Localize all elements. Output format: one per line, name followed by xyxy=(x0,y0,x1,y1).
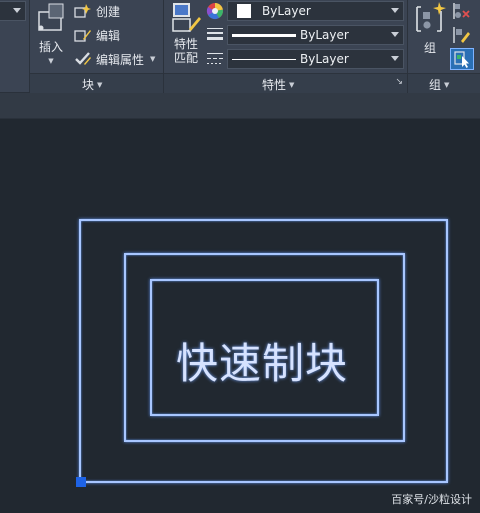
group-selection-toggle[interactable] xyxy=(450,48,474,70)
color-value: ByLayer xyxy=(262,4,311,18)
lineweight-sample-line xyxy=(232,33,296,37)
create-block-icon xyxy=(74,4,91,18)
group-icon xyxy=(416,2,446,32)
match-properties-label-2: 匹配 xyxy=(173,51,198,65)
edit-attributes-button[interactable]: 编辑属性 ▼ xyxy=(74,50,155,68)
properties-panel: 特性 匹配 ByLayer ByLayer ByLayer 特性 ▼ ↘ xyxy=(164,0,407,93)
match-properties-icon xyxy=(172,3,201,32)
group-edit-icon[interactable] xyxy=(453,26,471,44)
insert-chevron-down-icon: ▼ xyxy=(48,57,54,65)
lineweight-icon xyxy=(207,28,223,40)
drawing-canvas[interactable]: 快速制块 百家号/沙粒设计 xyxy=(0,119,480,513)
block-title-text[interactable]: 快速制块 xyxy=(176,330,348,391)
group-panel-titlebar[interactable]: 组 ▼ xyxy=(408,73,480,93)
group-panel-title: 组 xyxy=(429,78,442,92)
match-properties-label-1: 特性 xyxy=(173,37,198,51)
properties-panel-titlebar[interactable]: 特性 ▼ ↘ xyxy=(164,73,407,93)
properties-panel-expand-icon: ▼ xyxy=(289,80,295,89)
group-label: 组 xyxy=(423,41,436,55)
linetype-value: ByLayer xyxy=(300,52,349,66)
insert-block-icon xyxy=(38,3,64,31)
group-panel-expand-icon: ▼ xyxy=(444,80,450,89)
color-dropdown[interactable]: ByLayer xyxy=(227,1,404,21)
edit-attributes-icon xyxy=(75,52,91,65)
edit-label: 编辑 xyxy=(96,28,121,43)
ribbon: 插入 ▼ 创建 编辑 编辑属性 ▼ 块 ▼ 特性 匹配 ByLayer ByLa… xyxy=(0,0,480,93)
properties-dialog-launcher-icon[interactable]: ↘ xyxy=(395,77,403,87)
create-block-button[interactable]: 创建 xyxy=(74,2,120,20)
lineweight-dropdown[interactable]: ByLayer xyxy=(227,25,404,45)
group-button[interactable]: 组 xyxy=(412,0,448,70)
ungroup-icon[interactable] xyxy=(453,2,471,20)
insert-label: 插入 xyxy=(38,40,63,54)
lineweight-value: ByLayer xyxy=(300,28,349,42)
layer-dropdown-partial[interactable] xyxy=(0,1,26,21)
block-panel-titlebar[interactable]: 块 ▼ xyxy=(30,73,163,93)
match-properties-button[interactable]: 特性 匹配 xyxy=(168,0,204,72)
color-wheel-icon xyxy=(206,2,224,20)
color-swatch xyxy=(237,4,251,18)
properties-panel-title: 特性 xyxy=(262,78,287,92)
edit-attributes-chevron-down-icon[interactable]: ▼ xyxy=(150,55,155,63)
linetype-sample-line xyxy=(232,58,296,60)
block-panel-expand-icon: ▼ xyxy=(97,80,103,89)
watermark: 百家号/沙粒设计 xyxy=(391,493,472,506)
edit-block-button[interactable]: 编辑 xyxy=(74,26,120,44)
block-panel-title: 块 xyxy=(82,78,95,92)
edit-block-icon xyxy=(74,30,91,42)
edit-attributes-label: 编辑属性 xyxy=(96,52,145,67)
insert-button[interactable]: 插入 ▼ xyxy=(34,0,68,70)
create-label: 创建 xyxy=(96,4,121,19)
file-tab-strip xyxy=(0,93,480,119)
group-panel: 组 组 ▼ xyxy=(408,0,480,93)
linetype-icon xyxy=(207,53,223,64)
insertion-grip[interactable] xyxy=(76,477,86,487)
group-selection-icon xyxy=(454,51,469,68)
block-panel: 插入 ▼ 创建 编辑 编辑属性 ▼ 块 ▼ xyxy=(30,0,163,93)
linetype-dropdown[interactable]: ByLayer xyxy=(227,49,404,69)
